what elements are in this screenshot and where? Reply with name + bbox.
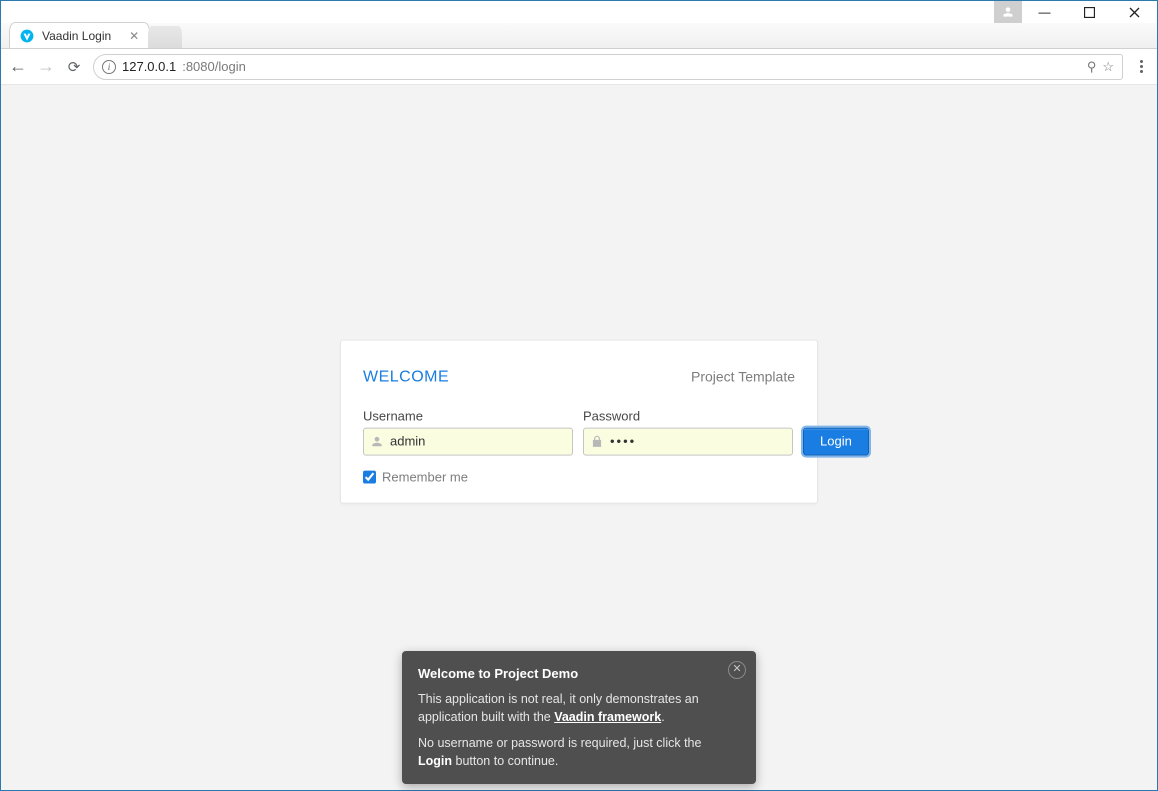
window-close-button[interactable] [1112, 1, 1157, 23]
user-icon [370, 434, 384, 448]
password-input[interactable] [610, 434, 786, 449]
toast-line-2: No username or password is required, jus… [418, 734, 720, 770]
project-name: Project Template [691, 368, 795, 384]
lock-icon [590, 434, 604, 448]
remember-me-label: Remember me [382, 469, 468, 484]
remember-me-checkbox[interactable] [363, 470, 376, 483]
chrome-menu-button[interactable] [1133, 60, 1149, 73]
tab-title: Vaadin Login [42, 29, 111, 43]
welcome-toast: ✕ Welcome to Project Demo This applicati… [402, 651, 756, 784]
page-content: WELCOME Project Template Username Passwo… [1, 85, 1157, 790]
save-password-icon[interactable]: ⚲ [1087, 59, 1097, 75]
site-info-icon[interactable]: i [102, 60, 116, 74]
login-button[interactable]: Login [803, 427, 869, 455]
toast-close-button[interactable]: ✕ [728, 661, 746, 679]
password-input-wrap[interactable] [583, 427, 793, 455]
username-label: Username [363, 408, 573, 423]
password-label: Password [583, 408, 793, 423]
back-button[interactable]: ← [9, 56, 27, 77]
welcome-heading: WELCOME [363, 368, 449, 386]
window-titlebar: ― [1, 1, 1157, 23]
chrome-user-icon[interactable] [994, 1, 1022, 23]
reload-button[interactable]: ⟳ [65, 58, 83, 76]
bookmark-icon[interactable]: ☆ [1102, 59, 1114, 75]
address-bar[interactable]: i 127.0.0.1 :8080/login ⚲ ☆ [93, 54, 1123, 80]
browser-toolbar: ← → ⟳ i 127.0.0.1 :8080/login ⚲ ☆ [1, 49, 1157, 85]
login-card: WELCOME Project Template Username Passwo… [340, 339, 818, 503]
vaadin-favicon-icon [20, 29, 34, 43]
username-input-wrap[interactable] [363, 427, 573, 455]
forward-button[interactable]: → [37, 56, 55, 77]
window-maximize-button[interactable] [1067, 1, 1112, 23]
username-input[interactable] [390, 434, 566, 449]
browser-tab[interactable]: Vaadin Login ✕ [9, 22, 150, 48]
vaadin-framework-link[interactable]: Vaadin framework [554, 710, 661, 724]
browser-tabstrip: Vaadin Login ✕ [1, 23, 1157, 49]
url-path: :8080/login [182, 59, 246, 74]
new-tab-button[interactable] [148, 26, 182, 48]
toast-title: Welcome to Project Demo [418, 665, 720, 684]
toast-line-1: This application is not real, it only de… [418, 690, 720, 726]
window-minimize-button[interactable]: ― [1022, 1, 1067, 23]
tab-close-icon[interactable]: ✕ [129, 29, 139, 43]
url-host: 127.0.0.1 [122, 59, 176, 74]
